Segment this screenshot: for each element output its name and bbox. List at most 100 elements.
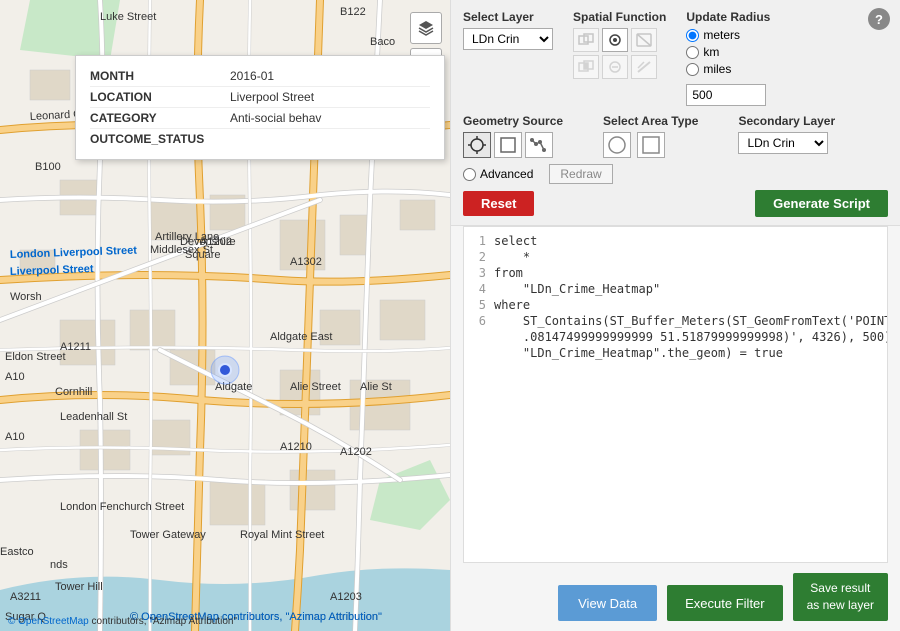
advanced-radio-label[interactable]: Advanced [463, 167, 533, 181]
popup-val-location: Liverpool Street [230, 90, 314, 104]
sql-line-1: 1 select [464, 233, 887, 249]
save-result-button[interactable]: Save resultas new layer [793, 573, 888, 621]
popup-row-outcome: OUTCOME_STATUS [90, 129, 430, 149]
spatial-icon-3[interactable] [631, 28, 657, 52]
info-popup: MONTH 2016-01 LOCATION Liverpool Street … [75, 55, 445, 160]
svg-text:Luke Street: Luke Street [100, 11, 156, 23]
line-num-8 [464, 346, 494, 360]
radius-meters-text: meters [703, 28, 740, 42]
spatial-icon-1[interactable] [573, 28, 599, 52]
top-controls: Select Layer LDn Crin Spatial Function [451, 0, 900, 226]
reset-button[interactable]: Reset [463, 191, 534, 216]
help-button[interactable]: ? [868, 8, 890, 30]
svg-text:A10: A10 [5, 431, 25, 443]
svg-text:A1210: A1210 [280, 441, 312, 453]
execute-filter-button[interactable]: Execute Filter [667, 585, 782, 621]
attribution-text: contributors, "Azimap Attribution" [92, 616, 238, 627]
line-num-3: 3 [464, 266, 494, 280]
popup-val-month: 2016-01 [230, 69, 274, 83]
svg-text:Tower Hill: Tower Hill [55, 581, 103, 593]
sql-code-area[interactable]: 1 select 2 * 3 from 4 "LDn_Crime_Heatmap… [463, 226, 888, 563]
svg-text:Alie St: Alie St [360, 381, 392, 393]
radius-km-text: km [703, 45, 719, 59]
svg-text:B122: B122 [340, 6, 366, 18]
svg-text:Worsh: Worsh [10, 291, 42, 303]
svg-text:A10: A10 [5, 371, 25, 383]
advanced-radio[interactable] [463, 168, 476, 181]
sql-line-8: "LDn_Crime_Heatmap".the_geom) = true [464, 345, 887, 361]
controls-row4: Reset Generate Script [463, 190, 888, 217]
radius-value-input[interactable] [686, 84, 766, 106]
radius-radio-group: meters km miles [686, 28, 770, 76]
svg-text:A1211: A1211 [60, 341, 91, 353]
radius-meters-label[interactable]: meters [686, 28, 770, 42]
popup-key-location: LOCATION [90, 90, 230, 104]
update-radius-group: Update Radius meters km miles [686, 10, 770, 106]
svg-text:A1203: A1203 [330, 591, 362, 603]
geometry-icons [463, 132, 563, 158]
area-type-icons [603, 132, 698, 158]
line-code-1: select [494, 234, 537, 248]
line-num-4: 4 [464, 282, 494, 296]
svg-text:Square: Square [185, 249, 220, 261]
area-square-btn[interactable] [637, 132, 665, 158]
controls-row1: Select Layer LDn Crin Spatial Function [463, 10, 888, 106]
popup-row-month: MONTH 2016-01 [90, 66, 430, 87]
map-panel: London Liverpool Street Liverpool Street… [0, 0, 450, 631]
svg-text:B100: B100 [35, 161, 61, 173]
geom-polygon-btn[interactable] [494, 132, 522, 158]
sql-line-2: 2 * [464, 249, 887, 265]
line-num-2: 2 [464, 250, 494, 264]
select-layer-dropdown[interactable]: LDn Crin [463, 28, 553, 50]
line-num-5: 5 [464, 298, 494, 312]
sql-line-4: 4 "LDn_Crime_Heatmap" [464, 281, 887, 297]
select-area-type-group: Select Area Type [603, 114, 698, 158]
radius-miles-label[interactable]: miles [686, 62, 770, 76]
svg-text:London Fenchurch Street: London Fenchurch Street [60, 501, 184, 513]
spatial-function-group: Spatial Function [573, 10, 666, 79]
svg-text:Leadenhall St: Leadenhall St [60, 411, 127, 423]
spatial-function-icons [573, 28, 663, 79]
line-code-2: * [494, 250, 530, 264]
secondary-layer-dropdown[interactable]: LDn Crin [738, 132, 828, 154]
line-code-5: where [494, 298, 530, 312]
line-code-7: .08147499999999999 51.51879999999998)', … [494, 330, 888, 344]
sql-line-5: 5 where [464, 297, 887, 313]
spatial-icon-6[interactable] [631, 55, 657, 79]
popup-key-month: MONTH [90, 69, 230, 83]
radius-miles-radio[interactable] [686, 63, 699, 76]
svg-text:A3211: A3211 [10, 591, 41, 603]
svg-text:A1202: A1202 [340, 446, 372, 458]
line-num-7 [464, 330, 494, 344]
popup-key-category: CATEGORY [90, 111, 230, 125]
radius-km-label[interactable]: km [686, 45, 770, 59]
spatial-icon-5[interactable] [602, 55, 628, 79]
select-area-type-label: Select Area Type [603, 114, 698, 128]
right-panel: ? Select Layer LDn Crin Spatial Function [450, 0, 900, 631]
svg-text:Royal Mint Street: Royal Mint Street [240, 529, 324, 541]
line-code-6: ST_Contains(ST_Buffer_Meters(ST_GeomFrom… [494, 314, 888, 328]
geom-point-btn[interactable] [463, 132, 491, 158]
svg-text:Baco: Baco [370, 36, 395, 48]
generate-script-button[interactable]: Generate Script [755, 190, 888, 217]
svg-text:Alie Street: Alie Street [290, 381, 341, 393]
geom-line-btn[interactable] [525, 132, 553, 158]
line-code-4: "LDn_Crime_Heatmap" [494, 282, 660, 296]
spatial-icon-2[interactable] [602, 28, 628, 52]
sql-line-7: .08147499999999999 51.51879999999998)', … [464, 329, 887, 345]
geometry-source-label: Geometry Source [463, 114, 563, 128]
svg-text:A1302: A1302 [290, 256, 322, 268]
area-circle-btn[interactable] [603, 132, 631, 158]
spatial-icon-4[interactable] [573, 55, 599, 79]
radius-meters-radio[interactable] [686, 29, 699, 42]
advanced-label-text: Advanced [480, 167, 533, 181]
view-data-button[interactable]: View Data [558, 585, 657, 621]
select-layer-group: Select Layer LDn Crin [463, 10, 553, 50]
line-num-1: 1 [464, 234, 494, 248]
osm-link[interactable]: © OpenStreetMap [8, 616, 89, 627]
line-code-3: from [494, 266, 523, 280]
spatial-function-label: Spatial Function [573, 10, 666, 24]
map-layers-button[interactable] [410, 12, 442, 44]
redraw-button[interactable]: Redraw [549, 164, 612, 184]
radius-km-radio[interactable] [686, 46, 699, 59]
